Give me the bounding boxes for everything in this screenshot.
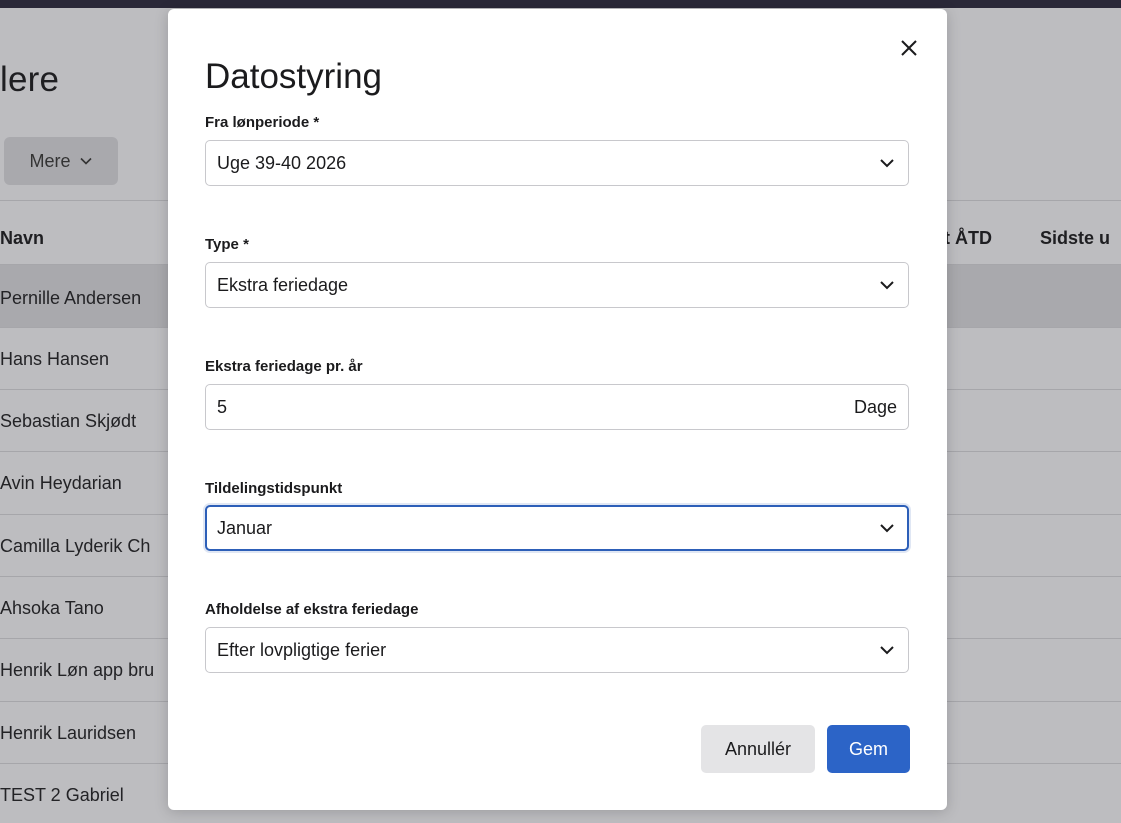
close-icon [901, 40, 917, 56]
column-header-name[interactable]: Navn [0, 228, 44, 249]
datostyring-dialog: Datostyring Fra lønperiode * Uge 39-40 2… [168, 9, 947, 810]
extra-days-unit: Dage [853, 396, 897, 417]
close-button[interactable] [896, 35, 922, 61]
extra-days-label: Ekstra feriedage pr. år [205, 358, 363, 375]
extra-days-value: 5 [217, 396, 228, 417]
pay-period-value: Uge 39-40 2026 [217, 152, 347, 173]
more-button[interactable]: Mere [4, 137, 118, 185]
table-row[interactable]: Avin Heydarian [0, 473, 122, 494]
chevron-down-icon [880, 646, 894, 655]
save-button[interactable]: Gem [827, 725, 910, 773]
usage-value: Efter lovpligtige ferier [217, 639, 387, 660]
top-bar [0, 0, 1121, 8]
chevron-down-icon [880, 524, 894, 533]
type-label: Type * [205, 236, 249, 253]
chevron-down-icon [79, 157, 92, 165]
usage-select[interactable]: Efter lovpligtige ferier [205, 627, 909, 673]
page-title: lere [0, 60, 60, 99]
table-row[interactable]: Hans Hansen [0, 349, 109, 370]
table-row[interactable]: Sebastian Skjødt [0, 411, 136, 432]
cancel-button[interactable]: Annullér [701, 725, 815, 773]
pay-period-label: Fra lønperiode * [205, 114, 320, 131]
table-row[interactable]: Henrik Lauridsen [0, 723, 136, 744]
table-row[interactable]: Ahsoka Tano [0, 598, 104, 619]
more-button-label: Mere [29, 150, 71, 171]
allocation-time-value: Januar [217, 517, 273, 538]
table-row[interactable]: Pernille Andersen [0, 288, 141, 309]
pay-period-select[interactable]: Uge 39-40 2026 [205, 140, 909, 186]
allocation-time-select[interactable]: Januar [205, 505, 909, 551]
table-row[interactable]: TEST 2 Gabriel [0, 785, 124, 806]
table-row[interactable]: Camilla Lyderik Ch [0, 536, 150, 557]
type-value: Ekstra feriedage [217, 274, 349, 295]
allocation-time-label: Tildelingstidspunkt [205, 480, 343, 497]
table-row[interactable]: Henrik Løn app bru [0, 660, 154, 681]
chevron-down-icon [880, 159, 894, 168]
dialog-title: Datostyring [205, 57, 383, 96]
column-header-last[interactable]: Sidste u [1040, 228, 1110, 249]
usage-label: Afholdelse af ekstra feriedage [205, 601, 419, 618]
chevron-down-icon [880, 281, 894, 290]
column-header-atd[interactable]: t ÅTD [944, 228, 992, 249]
extra-days-input[interactable]: 5 Dage [205, 384, 909, 430]
type-select[interactable]: Ekstra feriedage [205, 262, 909, 308]
